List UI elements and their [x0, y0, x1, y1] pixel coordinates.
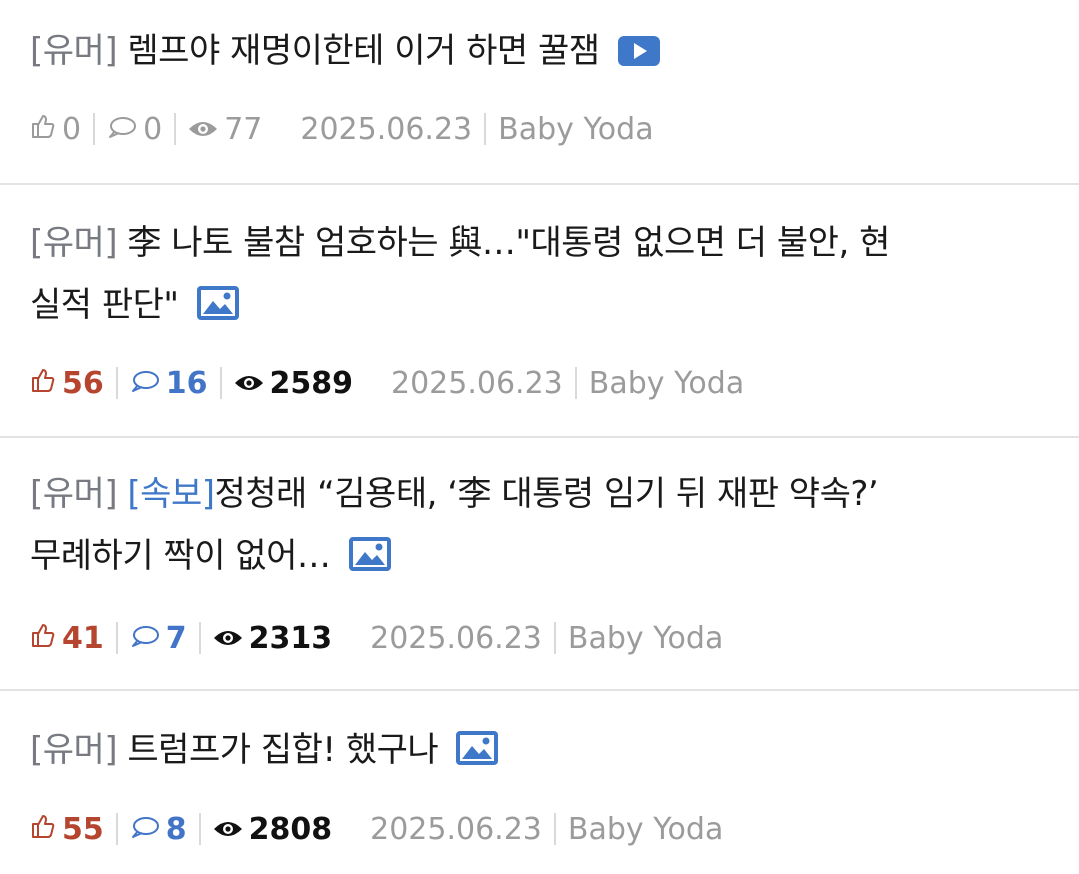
title-text: 정청래 “김용태, ‘李 대통령 임기 뒤 재판 약속?’ [214, 474, 879, 514]
post-meta: 0 0 77 2025.06.23 Baby Yoda [30, 109, 654, 149]
image-icon [456, 723, 499, 785]
post-author[interactable]: Baby Yoda [589, 366, 744, 401]
title-text: 李 나토 불참 엄호하는 與…"대통령 없으면 더 불안, 현 [127, 223, 890, 263]
post-meta: 41 7 2313 2025.06.23 Baby Yoda [30, 618, 723, 658]
category-label: [유머] [30, 730, 118, 770]
thumbs-up-icon [30, 812, 56, 847]
post-title[interactable]: [유머] 트럼프가 집합! 했구나 [30, 719, 1039, 781]
post-date: 2025.06.23 [370, 811, 542, 847]
post-date: 2025.06.23 [300, 111, 473, 147]
comment-icon [107, 112, 137, 147]
thumbs-up-icon [30, 621, 56, 656]
post-item[interactable]: [유머] [속보]정청래 “김용태, ‘李 대통령 임기 뒤 재판 약속?’ 무… [0, 438, 1079, 691]
category-label: [유머] [30, 31, 118, 71]
post-meta: 56 16 2589 2025.06.23 Baby Yoda [30, 363, 744, 403]
comments: 0 [107, 112, 162, 147]
title-text-line2: 실적 판단" [30, 285, 179, 325]
title-text: 렘프야 재명이한테 이거 하면 꿀잼 [127, 31, 600, 71]
eye-icon [213, 621, 243, 656]
post-date: 2025.06.23 [370, 620, 542, 656]
thumbs-up-icon [30, 366, 56, 401]
post-author[interactable]: Baby Yoda [568, 812, 723, 847]
views: 2313 [213, 621, 332, 656]
post-item[interactable]: [유머] 李 나토 불참 엄호하는 與…"대통령 없으면 더 불안, 현 실적 … [0, 185, 1079, 438]
likes: 56 [30, 366, 104, 401]
likes: 41 [30, 621, 104, 656]
thumbs-up-icon [30, 112, 56, 147]
likes: 0 [30, 112, 81, 147]
post-author[interactable]: Baby Yoda [568, 621, 723, 656]
post-author[interactable]: Baby Yoda [498, 112, 653, 147]
title-text-line2: 무례하기 짝이 없어… [30, 536, 331, 576]
video-icon [617, 24, 660, 86]
post-date: 2025.06.23 [391, 365, 563, 401]
post-title[interactable]: [유머] 렘프야 재명이한테 이거 하면 꿀잼 [30, 20, 1039, 82]
likes: 55 [30, 812, 104, 847]
image-icon [196, 278, 239, 340]
post-item[interactable]: [유머] 렘프야 재명이한테 이거 하면 꿀잼 0 0 77 2025.06.2… [0, 0, 1079, 185]
comment-icon [130, 366, 160, 401]
comment-icon [130, 812, 160, 847]
comments: 7 [130, 621, 187, 656]
views: 2589 [234, 366, 353, 401]
views: 2808 [213, 812, 332, 847]
post-title[interactable]: [유머] [속보]정청래 “김용태, ‘李 대통령 임기 뒤 재판 약속?’ 무… [30, 463, 1039, 587]
breaking-tag: [속보] [127, 474, 215, 514]
eye-icon [188, 112, 218, 147]
post-title[interactable]: [유머] 李 나토 불참 엄호하는 與…"대통령 없으면 더 불안, 현 실적 … [30, 212, 1039, 336]
post-meta: 55 8 2808 2025.06.23 Baby Yoda [30, 809, 723, 849]
comments: 8 [130, 812, 187, 847]
category-label: [유머] [30, 474, 118, 514]
title-text: 트럼프가 집합! 했구나 [127, 730, 439, 770]
comments: 16 [130, 366, 208, 401]
post-item[interactable]: [유머] 트럼프가 집합! 했구나 55 8 2808 2025.06.23 B… [0, 691, 1079, 874]
eye-icon [234, 366, 264, 401]
image-icon [348, 529, 391, 591]
eye-icon [213, 812, 243, 847]
category-label: [유머] [30, 223, 118, 263]
comment-icon [130, 621, 160, 656]
views: 77 [188, 112, 262, 147]
